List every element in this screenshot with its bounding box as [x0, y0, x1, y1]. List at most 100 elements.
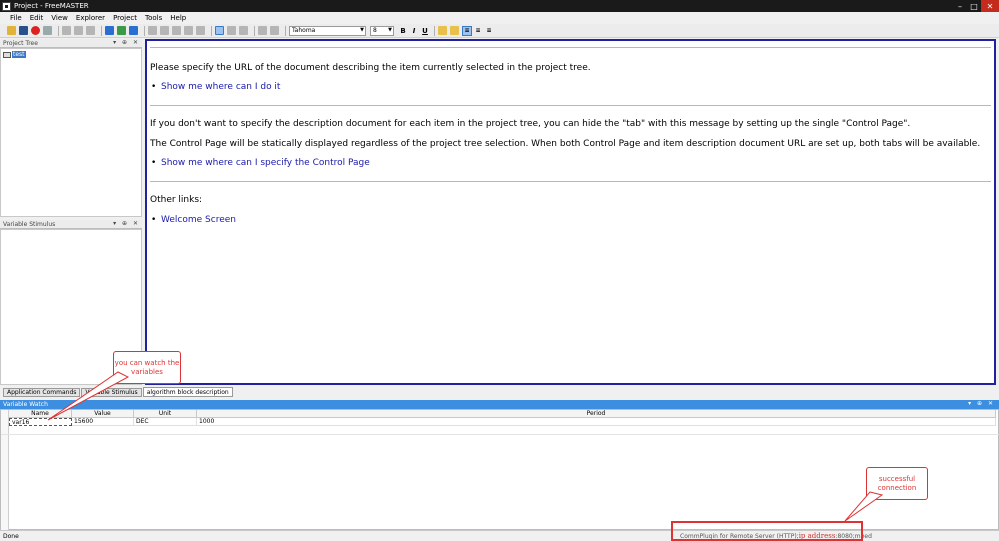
toolbar: Tahoma ▼ 8 ▼ B I U ≡ ≡ ≡: [0, 24, 999, 38]
menu-bar: File Edit View Explorer Project Tools He…: [0, 12, 999, 24]
close-icon[interactable]: ✕: [981, 0, 999, 12]
toolbar-separator: [101, 25, 102, 36]
toolbar-separator: [144, 25, 145, 36]
paste-icon[interactable]: [86, 26, 95, 35]
callout-watch-text: you can watch the variables: [114, 358, 180, 376]
minimize-icon[interactable]: –: [953, 0, 967, 12]
help-icon[interactable]: [270, 26, 279, 35]
tab-algorithm-block-description[interactable]: algorithm block description: [142, 387, 233, 397]
callout-watch: you can watch the variables: [113, 351, 181, 384]
info-paragraph: If you don't want to specify the descrip…: [150, 119, 911, 129]
menu-project[interactable]: Project: [113, 14, 137, 22]
properties-icon[interactable]: [258, 26, 267, 35]
tree-item-test[interactable]: test: [3, 51, 26, 58]
toolbar-separator: [285, 25, 286, 36]
font-size-value: 8: [373, 27, 377, 34]
stop-icon[interactable]: [31, 26, 40, 35]
find-icon[interactable]: [438, 26, 447, 35]
chevron-down-icon: ▼: [360, 26, 364, 33]
app-icon: [2, 1, 11, 11]
toolbar-separator: [434, 25, 435, 36]
variable-watch-title: Variable Watch: [3, 401, 48, 408]
divider: [150, 181, 991, 182]
save-icon[interactable]: [19, 26, 28, 35]
toolbar-separator: [58, 25, 59, 36]
menu-file[interactable]: File: [10, 14, 22, 22]
open-folder-icon[interactable]: [7, 26, 16, 35]
project-tree-header: Project Tree ▾ ⊕ ✕: [0, 39, 142, 48]
divider: [150, 47, 991, 48]
menu-view[interactable]: View: [51, 14, 68, 22]
toolbar-separator: [254, 25, 255, 36]
table-row[interactable]: var16 15600 DEC 1000: [9, 418, 996, 426]
menu-explorer[interactable]: Explorer: [76, 14, 105, 22]
align-center-button[interactable]: ≡: [473, 26, 483, 36]
window-controls: – □ ✕: [953, 0, 999, 12]
panel-controls[interactable]: ▾ ⊕ ✕: [113, 39, 140, 46]
align-left-button[interactable]: ≡: [462, 25, 472, 36]
refresh-icon[interactable]: [129, 26, 138, 35]
tool-icon[interactable]: [172, 26, 181, 35]
panel-controls[interactable]: ▾ ⊕ ✕: [113, 220, 140, 227]
move-up-icon[interactable]: [227, 26, 236, 35]
tool-icon[interactable]: [160, 26, 169, 35]
show-me-link[interactable]: Show me where can I do it: [151, 82, 281, 92]
cell-value[interactable]: 15600: [72, 418, 134, 426]
welcome-screen-link[interactable]: Welcome Screen: [151, 215, 236, 225]
tab-application-commands[interactable]: Application Commands: [3, 388, 81, 397]
empty-row: [1, 427, 999, 435]
menu-help[interactable]: Help: [170, 14, 186, 22]
copy-icon[interactable]: [74, 26, 83, 35]
forward-arrow-icon[interactable]: [117, 26, 126, 35]
move-down-icon[interactable]: [239, 26, 248, 35]
tree-item-label: test: [12, 51, 26, 58]
project-tree-panel: test: [0, 48, 142, 217]
status-text: Done: [3, 532, 19, 540]
find-next-icon[interactable]: [450, 26, 459, 35]
toolbar-separator: [211, 25, 212, 36]
column-header-name[interactable]: Name: [9, 410, 72, 418]
title-bar: Project - FreeMASTER – □ ✕: [0, 0, 999, 12]
menu-tools[interactable]: Tools: [145, 14, 162, 22]
callout-connection: successful connection: [866, 467, 928, 500]
window-title: Project - FreeMASTER: [14, 2, 89, 10]
align-right-button[interactable]: ≡: [484, 26, 494, 36]
info-paragraph: Please specify the URL of the document d…: [150, 63, 591, 73]
cell-name[interactable]: var16: [9, 418, 72, 426]
variable-stimulus-title: Variable Stimulus: [3, 220, 56, 228]
bold-button[interactable]: B: [398, 26, 408, 36]
maximize-icon[interactable]: □: [967, 0, 981, 12]
column-header-value[interactable]: Value: [72, 410, 134, 418]
back-arrow-icon[interactable]: [105, 26, 114, 35]
project-tree-title: Project Tree: [3, 39, 38, 47]
watch-table-header: Name Value Unit Period: [9, 410, 996, 418]
variable-watch-panel: Name Value Unit Period var16 15600 DEC 1…: [0, 409, 999, 530]
connection-highlight: [671, 521, 863, 541]
menu-edit[interactable]: Edit: [30, 14, 44, 22]
layout-icon[interactable]: [215, 26, 224, 35]
tab-label: Application Commands: [7, 389, 77, 396]
other-links-label: Other links:: [150, 195, 203, 205]
tool-icon[interactable]: [148, 26, 157, 35]
tool-icon[interactable]: [184, 26, 193, 35]
italic-button[interactable]: I: [409, 26, 419, 36]
cut-icon[interactable]: [62, 26, 71, 35]
tool-icon[interactable]: [196, 26, 205, 35]
column-header-period[interactable]: Period: [197, 410, 996, 418]
cell-period[interactable]: 1000: [197, 418, 996, 426]
callout-connection-text: successful connection: [877, 474, 917, 492]
font-size-select[interactable]: 8 ▼: [370, 25, 394, 36]
font-name-value: Tahoma: [292, 27, 316, 34]
tab-variable-stimulus[interactable]: Variable Stimulus: [81, 388, 142, 397]
control-page-link[interactable]: Show me where can I specify the Control …: [151, 158, 370, 168]
grid-icon[interactable]: [43, 26, 52, 35]
tab-label: Variable Stimulus: [85, 389, 138, 396]
font-name-select[interactable]: Tahoma ▼: [289, 25, 366, 36]
info-paragraph: The Control Page will be statically disp…: [150, 139, 981, 149]
cell-unit[interactable]: DEC: [134, 418, 197, 426]
underline-button[interactable]: U: [420, 26, 430, 36]
variable-watch-header: Variable Watch ▾ ⊕ ✕: [0, 400, 999, 409]
column-header-unit[interactable]: Unit: [134, 410, 197, 418]
panel-tabs: Application Commands Variable Stimulus a…: [0, 386, 999, 397]
panel-controls[interactable]: ▾ ⊕ ✕: [968, 400, 995, 407]
